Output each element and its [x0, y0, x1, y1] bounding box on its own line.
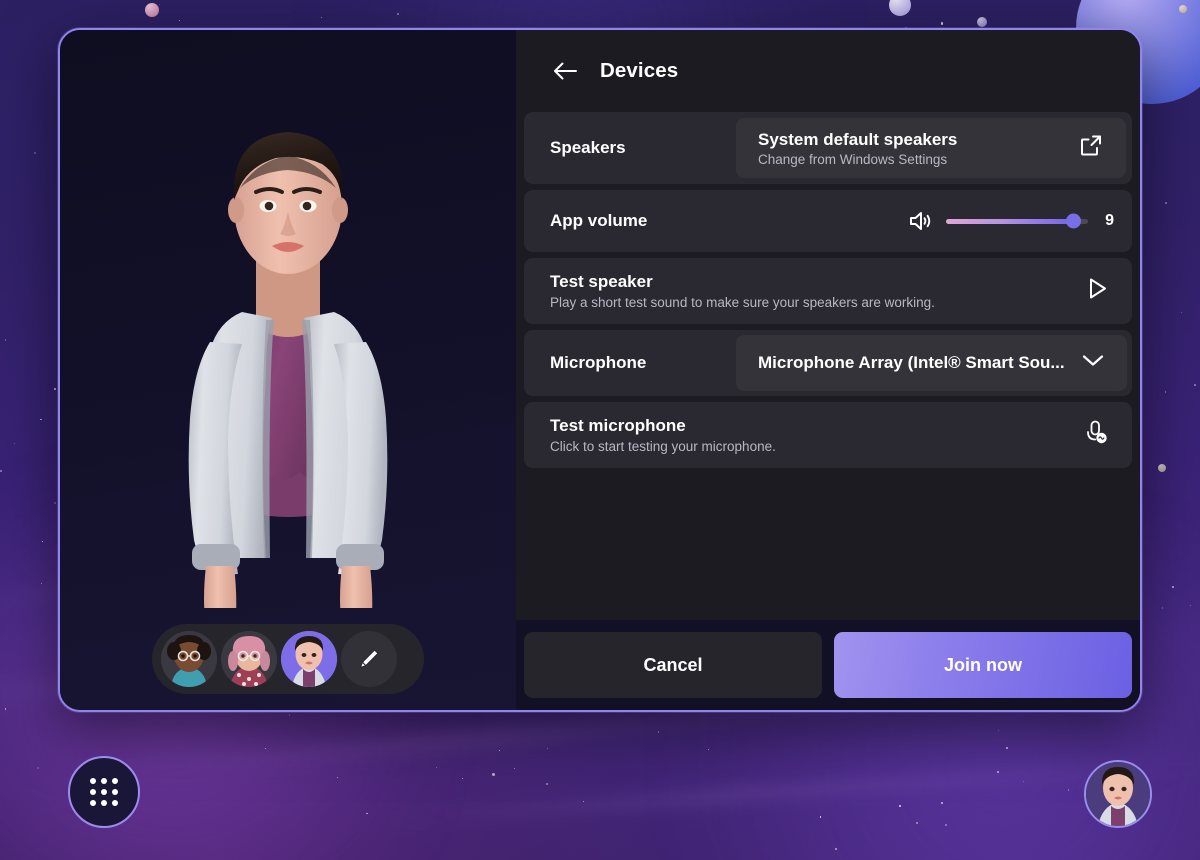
row-microphone[interactable]: Microphone Microphone Array (Intel® Smar… — [524, 330, 1132, 396]
avatar-figure — [188, 132, 388, 608]
avatar-preview-panel — [60, 30, 516, 710]
device-settings-panel: Devices Speakers System default speakers… — [516, 30, 1140, 710]
cancel-button[interactable]: Cancel — [524, 632, 822, 698]
microphone-label: Microphone — [550, 353, 647, 372]
avatar-option-2[interactable] — [221, 631, 277, 687]
microphone-select[interactable]: Microphone Array (Intel® Smart Sou... — [736, 335, 1127, 391]
speakers-sublabel: Change from Windows Settings — [758, 151, 948, 167]
row-app-volume[interactable]: App volume 9 — [524, 190, 1132, 252]
volume-controls: 9 — [908, 190, 1114, 252]
open-windows-settings-button[interactable] — [1078, 133, 1104, 164]
speakers-value: System default speakers — [758, 129, 958, 149]
join-meeting-window: Devices Speakers System default speakers… — [58, 28, 1142, 712]
volume-slider-fill — [946, 218, 1074, 224]
panel-header: Devices — [516, 30, 1140, 112]
avatar-picker[interactable] — [152, 624, 424, 694]
volume-slider-knob[interactable] — [1066, 213, 1082, 229]
row-test-microphone[interactable]: Test microphone Click to start testing y… — [524, 402, 1132, 468]
arrow-left-icon — [554, 62, 577, 80]
test-microphone-sublabel: Click to start testing your microphone. — [550, 439, 776, 454]
test-microphone-label: Test microphone — [550, 416, 686, 435]
volume-value: 9 — [1105, 212, 1114, 229]
volume-slider[interactable] — [946, 213, 1088, 229]
avatar — [1086, 762, 1150, 826]
avatar-option-3[interactable] — [281, 631, 337, 687]
start-microphone-test-button[interactable] — [1082, 419, 1110, 452]
app-volume-label: App volume — [550, 211, 648, 230]
rows-spacer — [524, 474, 1132, 616]
mute-toggle-button[interactable] — [908, 210, 934, 232]
desktop-background: Devices Speakers System default speakers… — [0, 0, 1200, 860]
microphone-dropdown-button[interactable] — [1081, 353, 1105, 374]
chevron-down-icon — [1082, 355, 1104, 366]
microphone-test-icon — [1087, 420, 1107, 444]
app-launcher-button[interactable] — [68, 756, 140, 828]
edit-avatar-button[interactable] — [341, 631, 397, 687]
play-icon — [1090, 278, 1106, 299]
test-speaker-label: Test speaker — [550, 272, 653, 291]
test-speaker-sublabel: Play a short test sound to make sure you… — [550, 295, 935, 310]
row-test-speaker[interactable]: Test speaker Play a short test sound to … — [524, 258, 1132, 324]
speakers-label: Speakers — [550, 138, 626, 157]
app-grid-icon — [90, 778, 118, 806]
row-speakers[interactable]: Speakers System default speakers Change … — [524, 112, 1132, 184]
page-title: Devices — [600, 59, 679, 82]
pencil-icon — [359, 649, 379, 669]
microphone-value: Microphone Array (Intel® Smart Sou... — [758, 353, 1065, 372]
action-bar: Cancel Join now — [516, 620, 1140, 710]
speaker-volume-icon — [910, 212, 931, 230]
speakers-value-pill[interactable]: System default speakers Change from Wind… — [736, 118, 1126, 178]
play-test-sound-button[interactable] — [1084, 276, 1110, 307]
profile-avatar-button[interactable] — [1084, 760, 1152, 828]
back-button[interactable] — [550, 56, 580, 86]
external-link-icon — [1081, 135, 1101, 156]
join-now-button[interactable]: Join now — [834, 632, 1132, 698]
settings-rows: Speakers System default speakers Change … — [524, 112, 1132, 616]
avatar-option-1[interactable] — [161, 631, 217, 687]
